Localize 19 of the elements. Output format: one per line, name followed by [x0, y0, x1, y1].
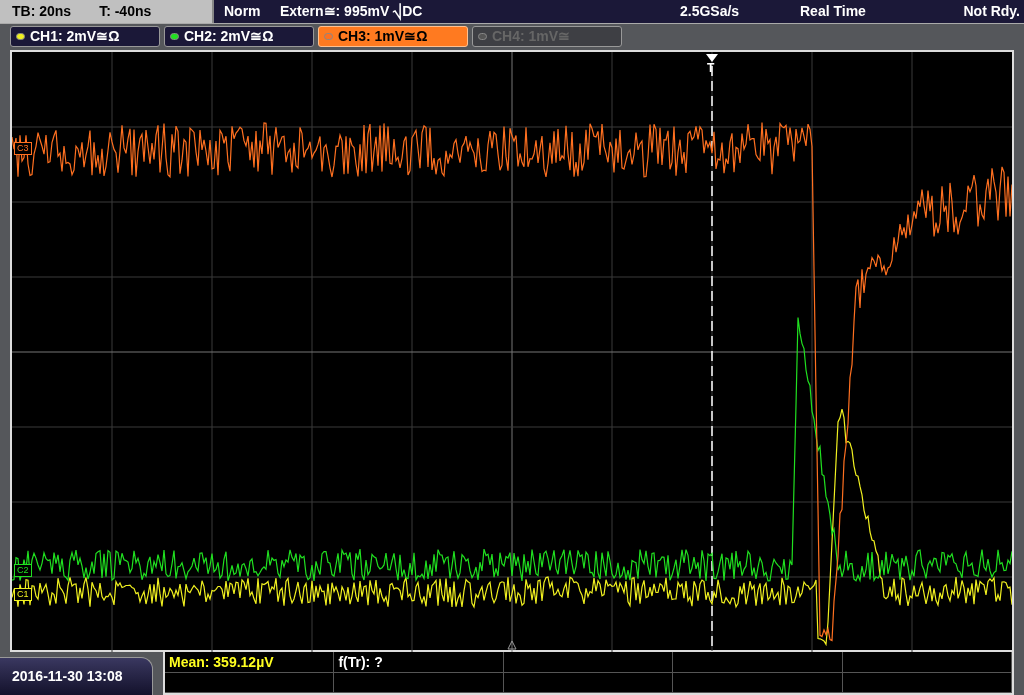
trigger-source-label: Extern≅: 995mV ⎷DC [280, 1, 424, 22]
channel-button[interactable]: CH3: 1mV≅Ω [318, 26, 468, 48]
measurement-cell: Mean: 359.12µV [165, 652, 335, 673]
channel-button[interactable]: CH1: 2mV≅Ω [10, 26, 160, 48]
measurement-cell: f(Tr): ? [334, 652, 504, 673]
date-label: 2016-11-30 13:08 [12, 667, 123, 686]
status-label: Not Rdy. [963, 1, 1021, 21]
sample-rate-label: 2.5GSa/s [680, 1, 741, 21]
channel-marker: C3 [14, 141, 32, 155]
channel-button[interactable]: CH2: 2mV≅Ω [164, 26, 314, 48]
trigger-arrow-icon [706, 53, 718, 62]
acquisition-label: Real Time [800, 1, 867, 21]
trigger-time-label: T: -40ns [99, 1, 152, 21]
trigger-label: T [707, 61, 715, 74]
timebase-label: TB: 20ns [12, 1, 72, 21]
trigger-mode-label: Norm [224, 1, 262, 21]
channel-marker: C1 [14, 587, 32, 601]
trigger-position-icon [507, 640, 517, 650]
channel-marker: C2 [14, 563, 32, 577]
